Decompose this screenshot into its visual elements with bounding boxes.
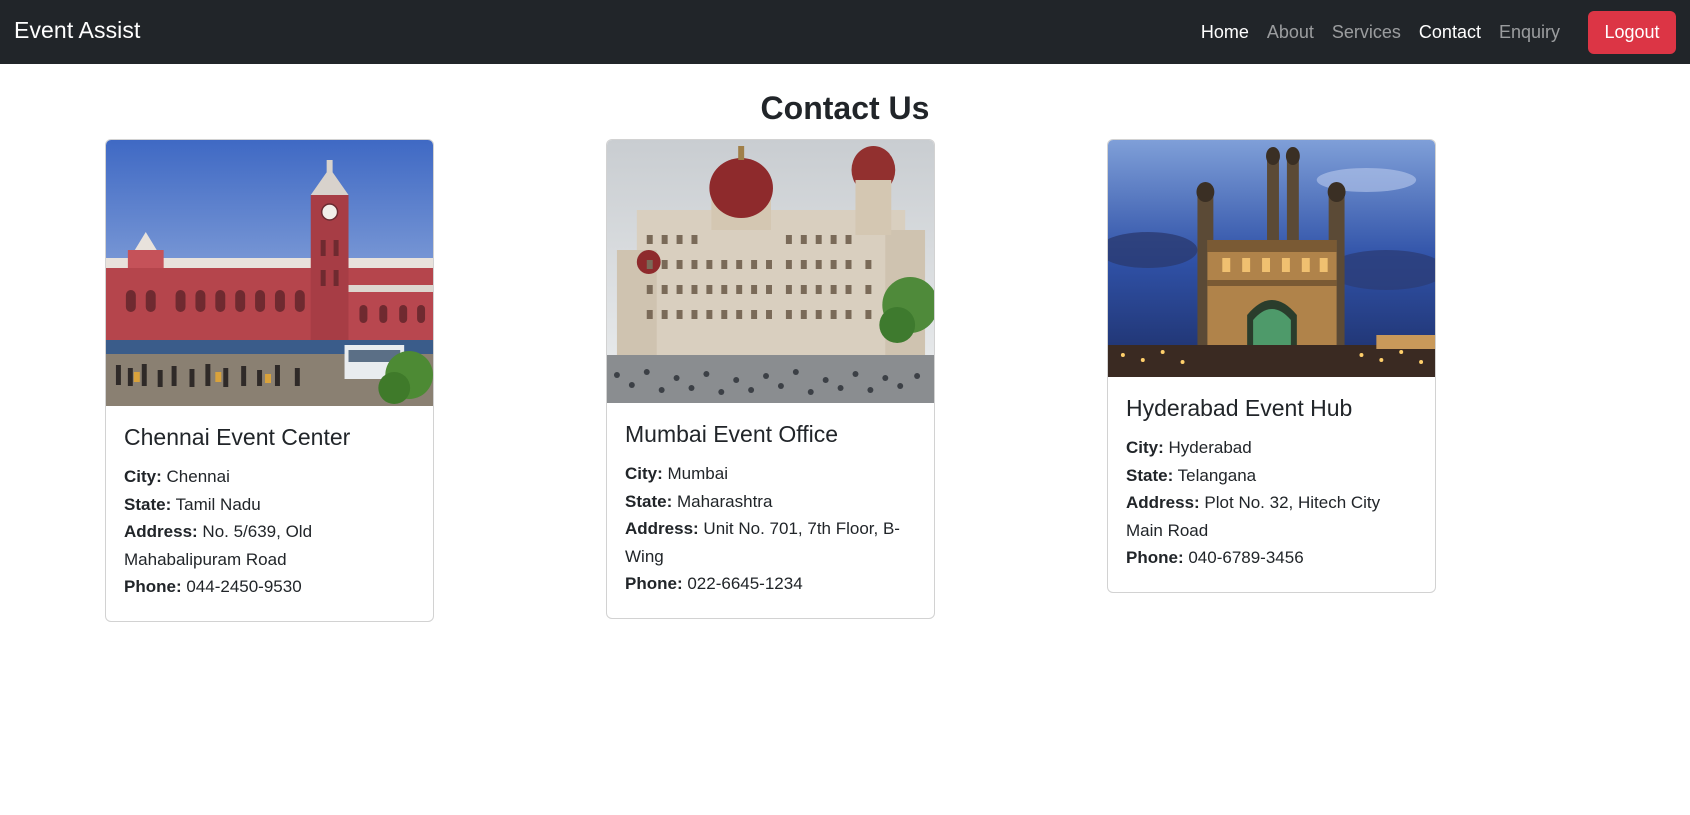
state-value: Maharashtra (676, 491, 773, 511)
state-value: Tamil Nadu (175, 494, 261, 514)
nav-enquiry[interactable]: Enquiry (1499, 22, 1560, 43)
contact-card-hyderabad: Hyderabad Event Hub City: Hyderabad Stat… (1107, 139, 1436, 593)
state-value: Telangana (1177, 465, 1257, 485)
top-navbar: Event Assist Home About Services Contact… (0, 0, 1690, 64)
card-title: Hyderabad Event Hub (1126, 395, 1353, 421)
contact-card-chennai: Chennai Event Center City: Chennai State… (105, 139, 434, 622)
card-title: Chennai Event Center (124, 424, 351, 450)
city-line: City: Chennai (124, 463, 415, 491)
phone-label: Phone: (124, 577, 182, 596)
address-line: Address: No. 5/639, Old Mahabalipuram Ro… (124, 518, 415, 573)
phone-line: Phone: 040-6789-3456 (1126, 544, 1417, 572)
nav-about[interactable]: About (1267, 22, 1314, 43)
address-label: Address: (124, 522, 198, 541)
charminar-night-photo (1108, 140, 1435, 377)
page-title: Contact Us (760, 90, 930, 126)
address-line: Address: Unit No. 701, 7th Floor, B-Wing (625, 515, 916, 570)
taj-mahal-palace-photo (607, 140, 934, 403)
phone-line: Phone: 022-6645-1234 (625, 570, 916, 598)
state-line: State: Telangana (1126, 462, 1417, 490)
state-line: State: Tamil Nadu (124, 491, 415, 519)
state-label: State: (625, 491, 673, 511)
brand-logo-text[interactable]: Event Assist (14, 17, 140, 44)
card-body: Hyderabad Event Hub City: Hyderabad Stat… (1108, 377, 1435, 592)
phone-value: 022-6645-1234 (687, 574, 803, 593)
city-label: City: (124, 467, 162, 486)
state-line: State: Maharashtra (625, 488, 916, 516)
state-label: State: (1126, 465, 1174, 485)
address-label: Address: (1126, 493, 1200, 512)
state-label: State: (124, 494, 172, 514)
logout-button[interactable]: Logout (1588, 11, 1676, 54)
contact-card-mumbai: Mumbai Event Office City: Mumbai State: … (606, 139, 935, 619)
card-title: Mumbai Event Office (625, 421, 839, 447)
chennai-central-station-photo (106, 140, 433, 406)
card-body: Chennai Event Center City: Chennai State… (106, 406, 433, 621)
city-value: Hyderabad (1168, 438, 1252, 457)
nav-home[interactable]: Home (1201, 22, 1249, 43)
city-label: City: (625, 464, 663, 483)
card-body: Mumbai Event Office City: Mumbai State: … (607, 403, 934, 618)
nav-contact[interactable]: Contact (1419, 22, 1481, 43)
phone-line: Phone: 044-2450-9530 (124, 573, 415, 601)
address-line: Address: Plot No. 32, Hitech City Main R… (1126, 489, 1417, 544)
phone-value: 040-6789-3456 (1188, 548, 1304, 567)
city-label: City: (1126, 438, 1164, 457)
nav-links: Home About Services Contact Enquiry (1183, 0, 1560, 64)
city-value: Mumbai (667, 464, 728, 483)
phone-label: Phone: (1126, 548, 1184, 567)
phone-value: 044-2450-9530 (186, 577, 302, 596)
address-label: Address: (625, 519, 699, 538)
nav-services[interactable]: Services (1332, 22, 1401, 43)
city-line: City: Hyderabad (1126, 434, 1417, 462)
city-line: City: Mumbai (625, 460, 916, 488)
phone-label: Phone: (625, 574, 683, 593)
city-value: Chennai (166, 467, 230, 486)
